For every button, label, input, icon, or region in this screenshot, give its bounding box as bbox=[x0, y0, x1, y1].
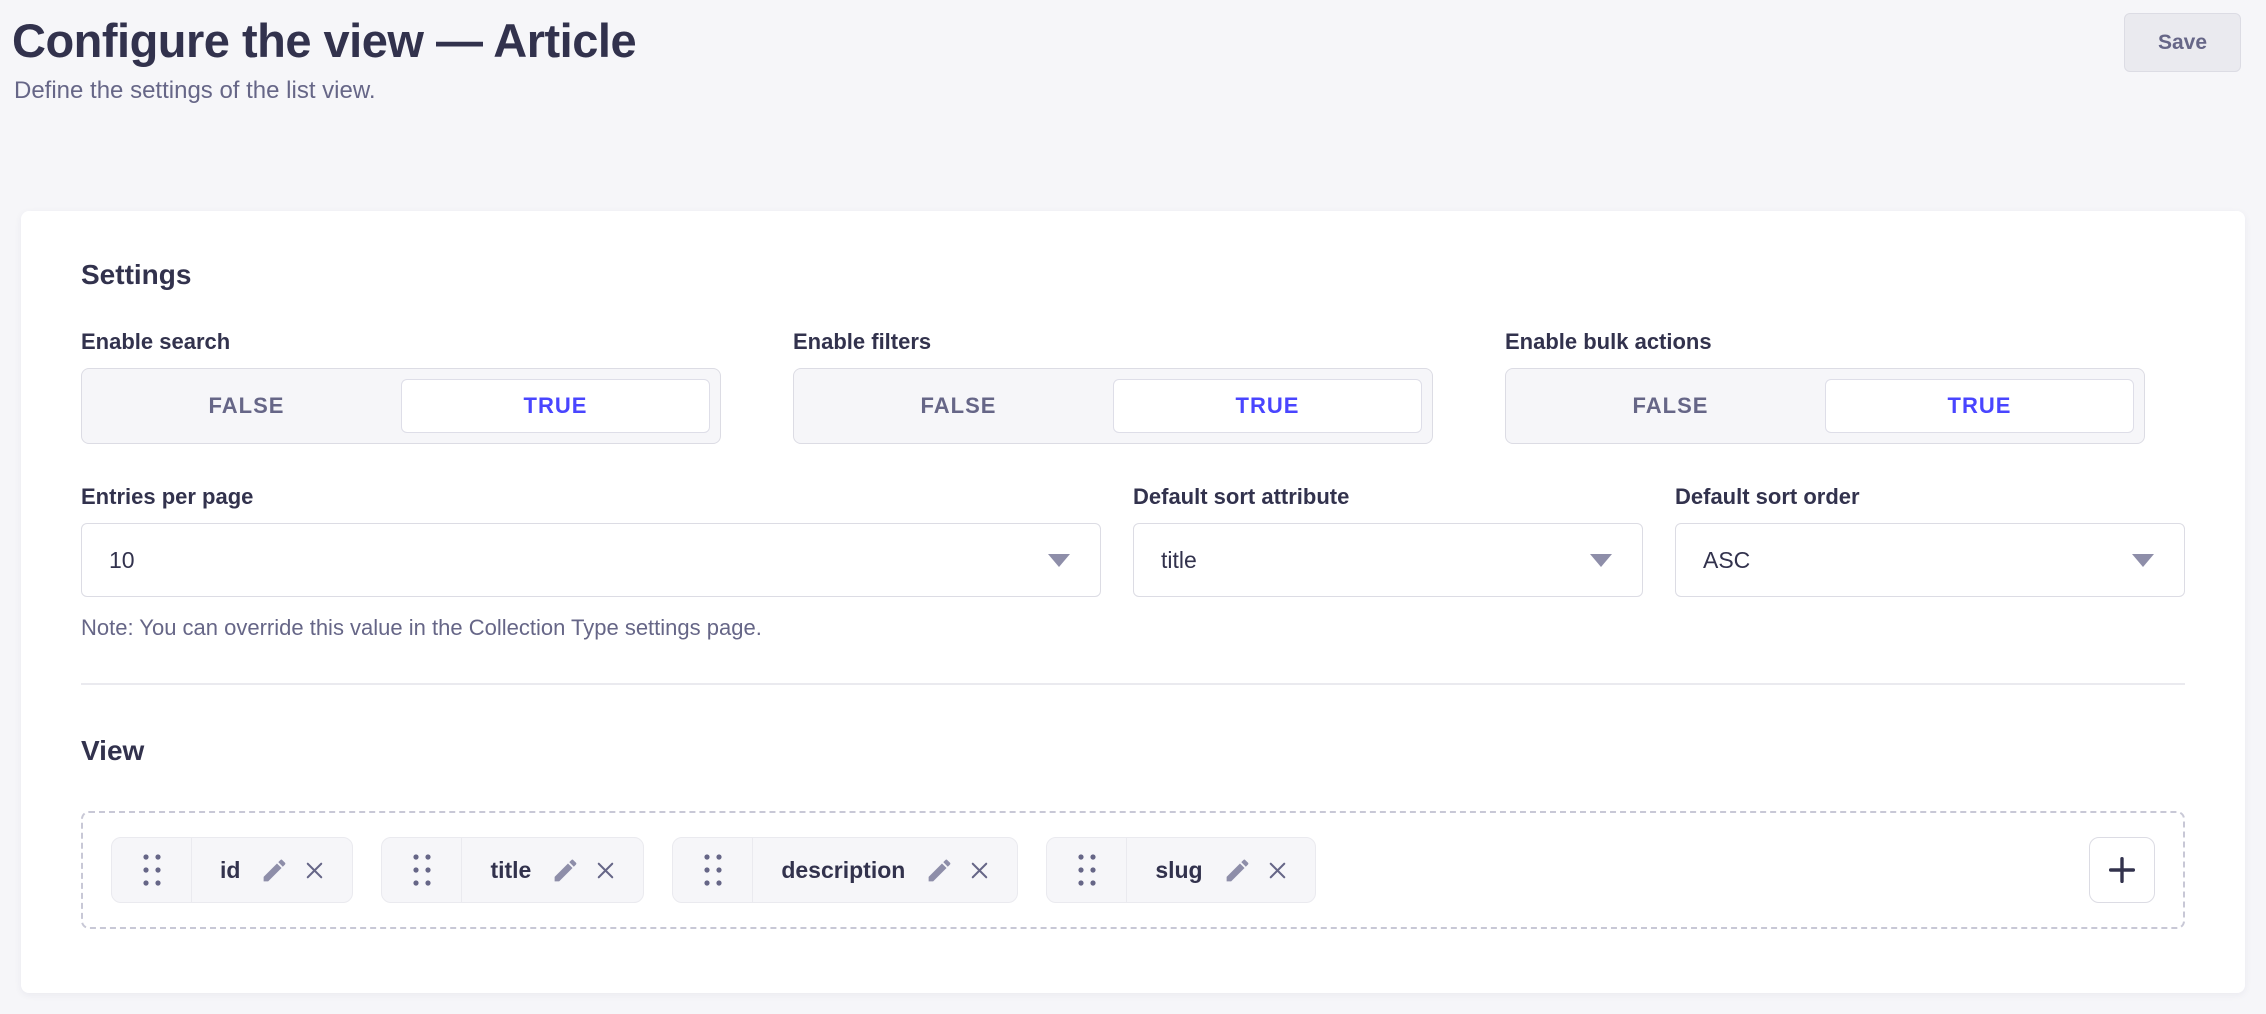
drag-handle-icon[interactable] bbox=[112, 838, 192, 902]
add-field-button[interactable] bbox=[2089, 837, 2155, 903]
default-sort-order-field: Default sort order ASC bbox=[1675, 484, 2185, 641]
caret-down-icon bbox=[1590, 554, 1612, 567]
enable-filters-toggle: FALSE TRUE bbox=[793, 368, 1433, 444]
remove-icon[interactable] bbox=[966, 857, 993, 884]
enable-search-false-option[interactable]: FALSE bbox=[92, 379, 401, 433]
entries-per-page-label: Entries per page bbox=[81, 484, 1101, 510]
settings-section-title: Settings bbox=[81, 259, 2185, 291]
entries-per-page-value: 10 bbox=[109, 547, 135, 574]
drag-dots-icon bbox=[700, 850, 726, 890]
field-chip-description: description bbox=[672, 837, 1018, 903]
drag-dots-icon bbox=[1074, 850, 1100, 890]
enable-bulk-actions-toggle: FALSE TRUE bbox=[1505, 368, 2145, 444]
sort-settings-row: Entries per page 10 Note: You can overri… bbox=[81, 484, 2185, 641]
remove-icon[interactable] bbox=[301, 857, 328, 884]
toggles-row: Enable search FALSE TRUE Enable filters … bbox=[81, 329, 2185, 444]
default-sort-attribute-field: Default sort attribute title bbox=[1133, 484, 1643, 641]
caret-down-icon bbox=[1048, 554, 1070, 567]
page-subtitle: Define the settings of the list view. bbox=[14, 77, 2241, 106]
view-section-title: View bbox=[81, 735, 2185, 767]
default-sort-attribute-select[interactable]: title bbox=[1133, 523, 1643, 597]
enable-filters-field: Enable filters FALSE TRUE bbox=[793, 329, 1473, 444]
default-sort-order-value: ASC bbox=[1703, 547, 1750, 574]
edit-pencil-icon[interactable] bbox=[1223, 856, 1252, 885]
field-chip-title: title bbox=[381, 837, 644, 903]
default-sort-order-label: Default sort order bbox=[1675, 484, 2185, 510]
field-chip-id: id bbox=[111, 837, 353, 903]
entries-per-page-select[interactable]: 10 bbox=[81, 523, 1101, 597]
drag-dots-icon bbox=[139, 850, 165, 890]
enable-bulk-actions-label: Enable bulk actions bbox=[1505, 329, 2185, 355]
edit-pencil-icon[interactable] bbox=[925, 856, 954, 885]
drag-dots-icon bbox=[409, 850, 435, 890]
enable-filters-false-option[interactable]: FALSE bbox=[804, 379, 1113, 433]
remove-icon[interactable] bbox=[592, 857, 619, 884]
entries-per-page-hint: Note: You can override this value in the… bbox=[81, 615, 1101, 641]
section-divider bbox=[81, 683, 2185, 685]
enable-filters-true-option[interactable]: TRUE bbox=[1113, 379, 1422, 433]
field-chip-label: description bbox=[781, 857, 905, 884]
plus-icon bbox=[2105, 853, 2139, 887]
enable-search-label: Enable search bbox=[81, 329, 761, 355]
save-button[interactable]: Save bbox=[2124, 13, 2241, 72]
field-chip-label: slug bbox=[1155, 857, 1202, 884]
default-sort-order-select[interactable]: ASC bbox=[1675, 523, 2185, 597]
drag-handle-icon[interactable] bbox=[382, 838, 462, 902]
page-header: Configure the view — Article Define the … bbox=[0, 0, 2266, 106]
default-sort-attribute-value: title bbox=[1161, 547, 1197, 574]
enable-bulk-actions-false-option[interactable]: FALSE bbox=[1516, 379, 1825, 433]
field-chip-label: title bbox=[490, 857, 531, 884]
field-chip-label: id bbox=[220, 857, 240, 884]
field-chip-slug: slug bbox=[1046, 837, 1315, 903]
caret-down-icon bbox=[2132, 554, 2154, 567]
drag-handle-icon[interactable] bbox=[673, 838, 753, 902]
enable-search-true-option[interactable]: TRUE bbox=[401, 379, 710, 433]
enable-bulk-actions-field: Enable bulk actions FALSE TRUE bbox=[1505, 329, 2185, 444]
drag-handle-icon[interactable] bbox=[1047, 838, 1127, 902]
enable-search-field: Enable search FALSE TRUE bbox=[81, 329, 761, 444]
page-title: Configure the view — Article bbox=[12, 10, 2241, 71]
enable-bulk-actions-true-option[interactable]: TRUE bbox=[1825, 379, 2134, 433]
configuration-card: Settings Enable search FALSE TRUE Enable… bbox=[21, 211, 2245, 993]
remove-icon[interactable] bbox=[1264, 857, 1291, 884]
entries-per-page-field: Entries per page 10 Note: You can overri… bbox=[81, 484, 1101, 641]
edit-pencil-icon[interactable] bbox=[260, 856, 289, 885]
displayed-fields-dropzone: id title bbox=[81, 811, 2185, 929]
enable-filters-label: Enable filters bbox=[793, 329, 1473, 355]
enable-search-toggle: FALSE TRUE bbox=[81, 368, 721, 444]
default-sort-attribute-label: Default sort attribute bbox=[1133, 484, 1643, 510]
edit-pencil-icon[interactable] bbox=[551, 856, 580, 885]
